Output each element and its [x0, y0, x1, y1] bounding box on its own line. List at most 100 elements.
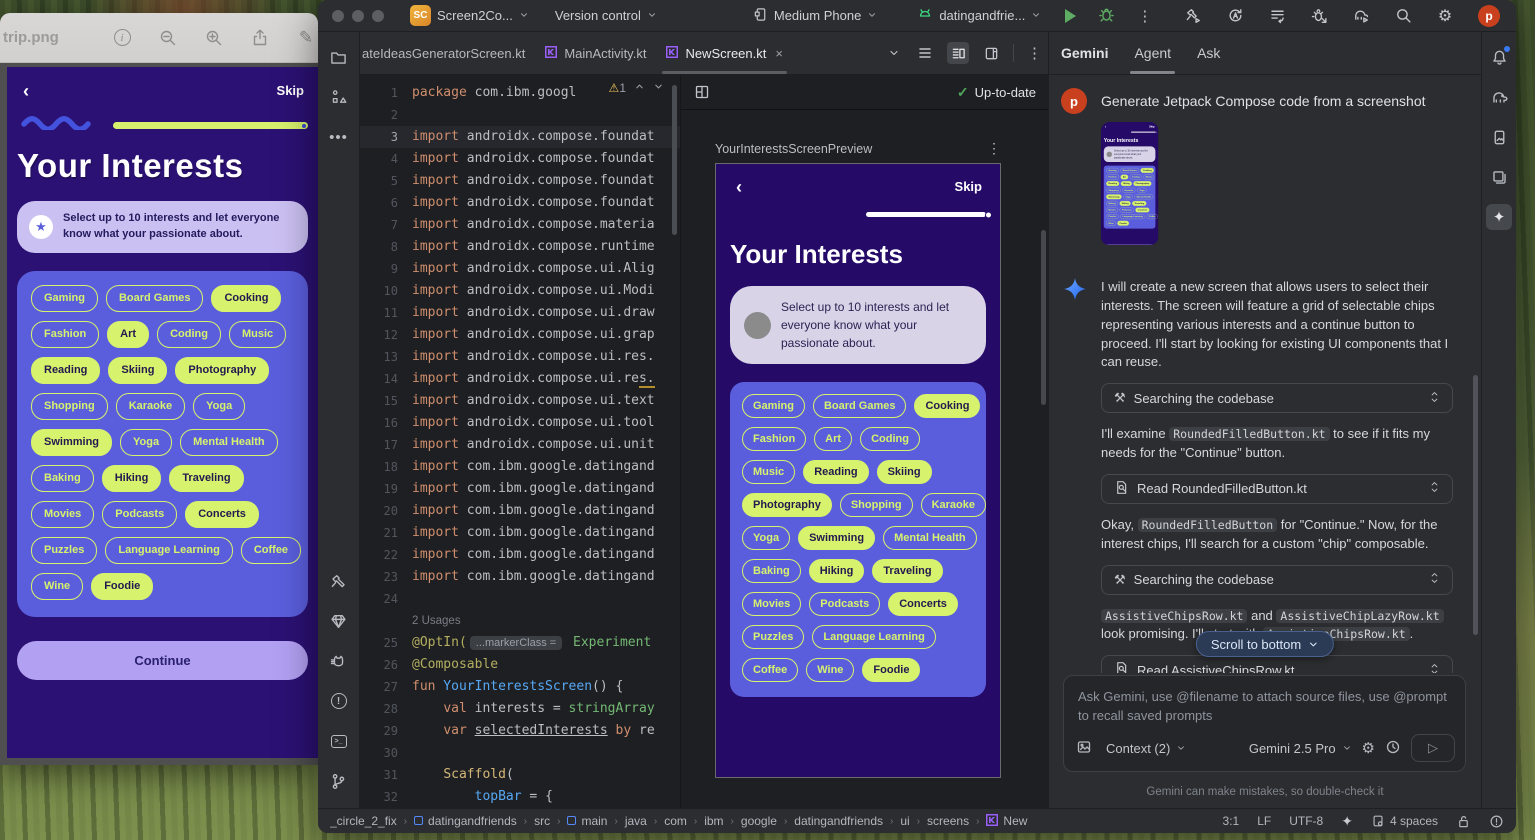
- inspections-status-icon[interactable]: [1489, 814, 1504, 829]
- breadcrumb-item[interactable]: java: [625, 814, 647, 828]
- markup-pencil-icon[interactable]: ✎: [296, 28, 316, 48]
- preview-app-titlebar[interactable]: trip.png i ✎: [0, 13, 318, 63]
- editor-scrollbar[interactable]: [672, 85, 677, 235]
- vcs-widget[interactable]: Version control: [555, 8, 657, 23]
- tab-options-icon[interactable]: ⋮: [1027, 44, 1042, 62]
- breadcrumb-item[interactable]: ui: [900, 814, 909, 828]
- editor-tab[interactable]: ateIdeasGeneratorScreen.kt: [360, 32, 535, 74]
- interest-chip: Foodie: [91, 573, 153, 600]
- gemini-scrollbar[interactable]: [1473, 375, 1478, 635]
- model-selector[interactable]: Gemini 2.5 Pro: [1249, 741, 1352, 756]
- expand-collapse-icon[interactable]: [1429, 662, 1440, 673]
- close-tab-icon[interactable]: ×: [775, 46, 783, 61]
- settings-gear-icon[interactable]: ⚙: [1436, 7, 1454, 25]
- zoom-out-icon[interactable]: [158, 28, 178, 48]
- breadcrumb-item[interactable]: com: [664, 814, 687, 828]
- share-icon[interactable]: [250, 28, 270, 48]
- terminal-icon[interactable]: >_: [326, 728, 352, 754]
- running-devices-icon[interactable]: [1486, 124, 1512, 150]
- sync-refactor-icon[interactable]: [1226, 7, 1244, 25]
- gradle-sync-icon[interactable]: [1352, 7, 1370, 25]
- build-hammer-icon[interactable]: [326, 568, 352, 594]
- project-selector[interactable]: SC Screen2Co...: [410, 5, 529, 26]
- editor-tab[interactable]: NewScreen.kt×: [656, 32, 793, 74]
- device-selector[interactable]: Medium Phone: [753, 7, 877, 25]
- gemini-status-icon[interactable]: ✦: [1341, 813, 1353, 830]
- history-clock-icon[interactable]: [1385, 739, 1401, 758]
- next-problem-icon[interactable]: [653, 81, 664, 95]
- expand-collapse-icon[interactable]: [1429, 390, 1440, 407]
- info-icon[interactable]: i: [112, 28, 132, 48]
- breadcrumb-item[interactable]: datingandfriends: [794, 814, 883, 828]
- profiler-lines-icon[interactable]: [1268, 7, 1286, 25]
- code-line: 6import androidx.compose.foundat: [360, 192, 680, 214]
- attached-screenshot-thumbnail[interactable]: ‹SkipYour InterestsSelect up to 10 inter…: [1101, 122, 1159, 248]
- more-tool-windows-icon[interactable]: •••: [326, 124, 352, 150]
- gemini-settings-icon[interactable]: ⚙: [1362, 739, 1375, 757]
- build-hammer-run-icon[interactable]: [1184, 7, 1202, 25]
- notifications-bell-icon[interactable]: [1486, 44, 1512, 70]
- send-button[interactable]: ▷: [1411, 734, 1455, 762]
- breadcrumb-item[interactable]: screens: [927, 814, 969, 828]
- problems-icon[interactable]: !: [326, 688, 352, 714]
- project-folder-icon[interactable]: [326, 44, 352, 70]
- more-actions-icon[interactable]: ⋮: [1137, 7, 1152, 25]
- gemini-sparkle-icon[interactable]: ✦: [1486, 204, 1512, 230]
- inspection-widget[interactable]: ⚠1: [605, 80, 668, 96]
- code-view-icon[interactable]: [916, 44, 934, 62]
- chip-row: GamingBoard GamesCooking: [1106, 168, 1153, 173]
- preview-layout-icon[interactable]: [693, 83, 711, 101]
- unlocked-icon[interactable]: [1456, 814, 1471, 829]
- breadcrumb-item[interactable]: main: [567, 814, 607, 828]
- attach-image-icon[interactable]: [1076, 739, 1092, 758]
- resource-manager-icon[interactable]: [1486, 164, 1512, 190]
- gemini-input[interactable]: Ask Gemini, use @filename to attach sour…: [1063, 675, 1466, 772]
- zoom-in-icon[interactable]: [204, 28, 224, 48]
- interest-chip: Art: [107, 321, 149, 348]
- structure-icon[interactable]: [326, 84, 352, 110]
- breadcrumb-item[interactable]: _circle_2_fix: [330, 814, 397, 828]
- context-selector[interactable]: Context (2): [1106, 741, 1186, 756]
- indent-widget[interactable]: 4 spaces: [1371, 814, 1438, 828]
- logcat-cat-icon[interactable]: [326, 648, 352, 674]
- user-avatar[interactable]: p: [1478, 5, 1500, 27]
- preview-scrollbar[interactable]: [1041, 230, 1046, 405]
- zoom-window-icon: [372, 10, 384, 22]
- breadcrumb-item[interactable]: datingandfriends: [414, 814, 517, 828]
- line-separator[interactable]: LF: [1257, 814, 1271, 828]
- gemini-tab-agent[interactable]: Agent: [1134, 32, 1171, 74]
- module-selector[interactable]: datingandfrie...: [917, 6, 1041, 25]
- gem-assistant-icon[interactable]: [326, 608, 352, 634]
- device-view-icon[interactable]: [982, 44, 1000, 62]
- caret-position[interactable]: 3:1: [1223, 814, 1240, 828]
- breadcrumb[interactable]: _circle_2_fix›datingandfriends›src›main›…: [330, 814, 1213, 829]
- git-branch-icon[interactable]: [326, 768, 352, 794]
- hidden-tabs-chevron-icon[interactable]: [885, 44, 903, 62]
- prev-problem-icon[interactable]: [634, 81, 645, 95]
- file-encoding[interactable]: UTF-8: [1289, 814, 1323, 828]
- scroll-to-bottom-button[interactable]: Scroll to bottom: [1196, 631, 1334, 657]
- search-everywhere-icon[interactable]: [1394, 7, 1412, 25]
- run-button[interactable]: [1065, 9, 1076, 23]
- preview-canvas[interactable]: YourInterestsScreenPreview ⋮ ‹SkipYour I…: [681, 110, 1048, 808]
- expand-collapse-icon[interactable]: [1429, 571, 1440, 588]
- gemini-tab-ask[interactable]: Ask: [1197, 32, 1220, 74]
- split-view-icon[interactable]: [947, 42, 969, 64]
- breadcrumb-item[interactable]: New: [986, 814, 1027, 829]
- breadcrumb-item[interactable]: ibm: [704, 814, 723, 828]
- window-controls[interactable]: [332, 10, 384, 22]
- gradle-elephant-icon[interactable]: [1486, 84, 1512, 110]
- tool-call-card[interactable]: Read AssistiveChipsRow.kt: [1101, 655, 1453, 673]
- expand-collapse-icon[interactable]: [1429, 480, 1440, 497]
- tool-call-card[interactable]: ⚒Searching the codebase: [1101, 565, 1453, 595]
- debug-button[interactable]: [1098, 6, 1115, 26]
- tool-call-card[interactable]: ⚒Searching the codebase: [1101, 383, 1453, 413]
- attach-debugger-icon[interactable]: [1310, 7, 1328, 25]
- breadcrumb-item[interactable]: google: [741, 814, 777, 828]
- gemini-conversation[interactable]: pGenerate Jetpack Compose code from a sc…: [1049, 75, 1481, 673]
- preview-options-icon[interactable]: ⋮: [987, 140, 1001, 157]
- code-editor[interactable]: 1package com.ibm.googl23import androidx.…: [360, 75, 680, 808]
- tool-call-card[interactable]: Read RoundedFilledButton.kt: [1101, 474, 1453, 504]
- editor-tab[interactable]: MainActivity.kt: [535, 32, 656, 74]
- breadcrumb-item[interactable]: src: [534, 814, 550, 828]
